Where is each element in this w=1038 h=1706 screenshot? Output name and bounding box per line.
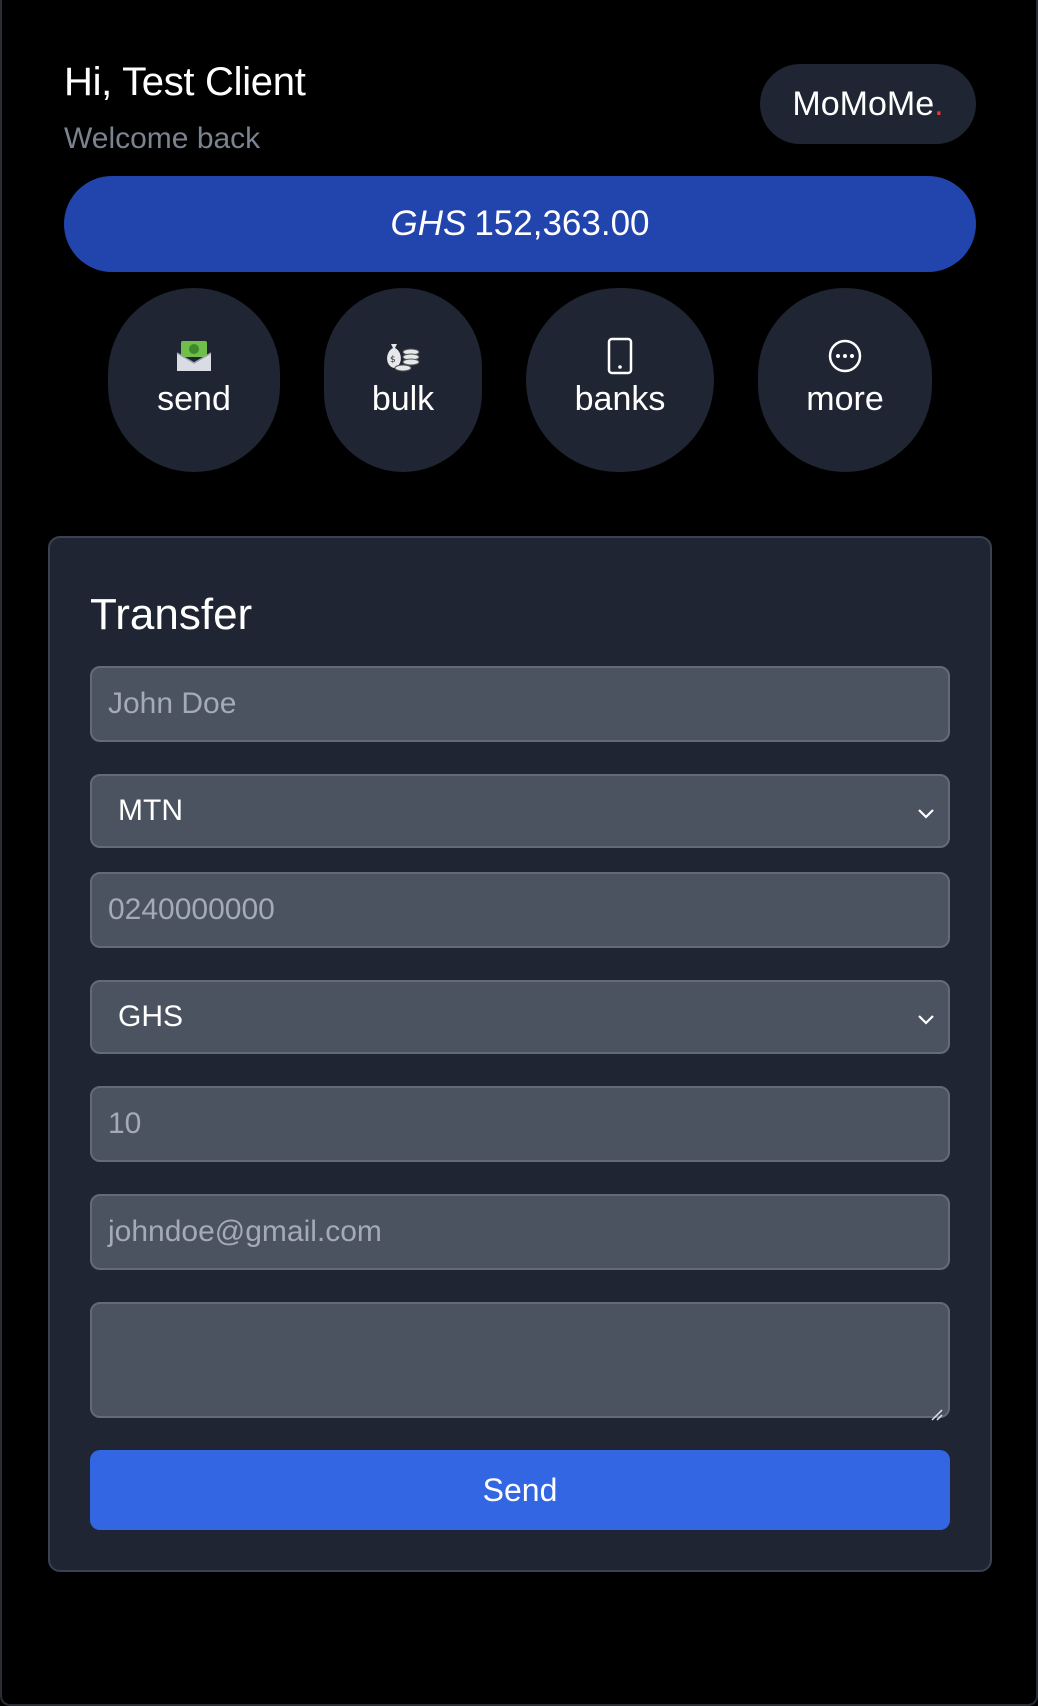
- balance-currency: GHS: [390, 204, 467, 243]
- send-action-button[interactable]: send: [108, 288, 280, 472]
- recipient-name-input[interactable]: John Doe: [90, 666, 950, 742]
- amount-input[interactable]: 10: [90, 1086, 950, 1162]
- more-action-button[interactable]: more: [758, 288, 932, 472]
- bulk-action-button[interactable]: $ bulk: [324, 288, 482, 472]
- balance-amount: 152,363.00: [474, 204, 650, 243]
- send-action-label: send: [157, 379, 231, 418]
- balance-pill: GHS 152,363.00: [64, 176, 976, 272]
- greeting-title: Hi, Test Client: [64, 60, 306, 104]
- mobile-phone-icon: [600, 336, 640, 376]
- welcome-subtitle: Welcome back: [64, 122, 261, 155]
- ellipsis-circle-icon: [825, 336, 865, 376]
- bulk-action-label: bulk: [371, 379, 435, 418]
- phone-number-input[interactable]: 0240000000: [90, 872, 950, 948]
- money-envelope-icon: [174, 336, 214, 376]
- network-select[interactable]: MTN: [90, 774, 950, 848]
- chevron-down-icon: [914, 799, 938, 823]
- transfer-title: Transfer: [90, 590, 253, 639]
- brand-name: MoMoMe: [792, 84, 935, 123]
- banks-action-button[interactable]: banks: [526, 288, 714, 472]
- email-input[interactable]: johndoe@gmail.com: [90, 1194, 950, 1270]
- currency-select-value: GHS: [118, 1000, 184, 1033]
- currency-select[interactable]: GHS: [90, 980, 950, 1054]
- more-action-label: more: [806, 379, 884, 418]
- note-textarea[interactable]: [90, 1302, 950, 1421]
- brand-dot: .: [934, 84, 944, 123]
- svg-text:$: $: [390, 355, 396, 365]
- send-button[interactable]: Send: [90, 1450, 950, 1530]
- banks-action-label: banks: [574, 379, 666, 418]
- money-bags-icon: $: [383, 336, 423, 376]
- brand-logo[interactable]: MoMoMe.: [760, 64, 976, 144]
- chevron-down-icon: [914, 1005, 938, 1029]
- resize-grip-icon[interactable]: [928, 1396, 944, 1421]
- network-select-value: MTN: [118, 794, 183, 827]
